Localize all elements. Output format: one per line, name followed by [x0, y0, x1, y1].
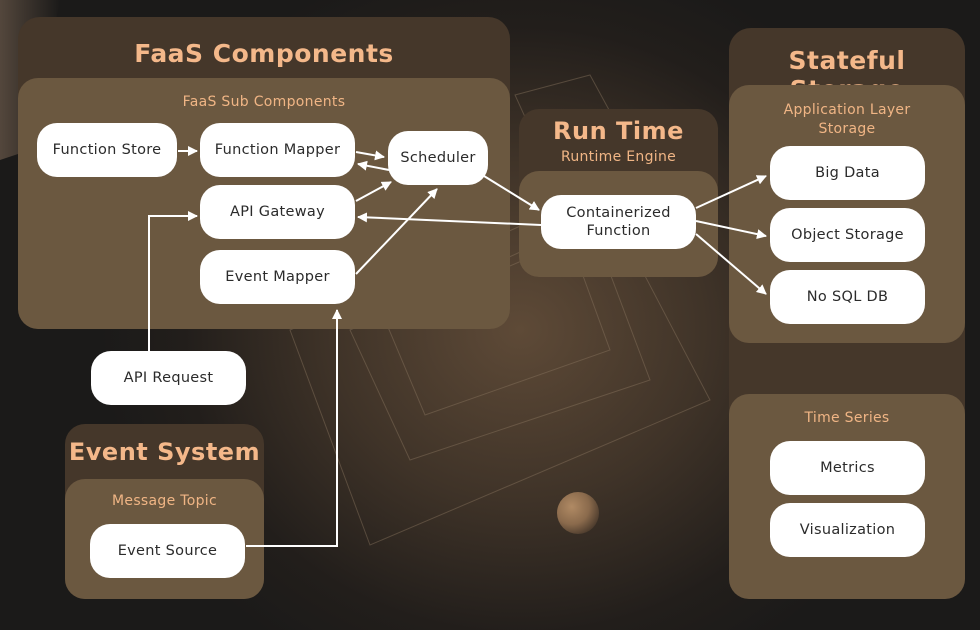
decorative-sphere [557, 492, 599, 534]
metrics-label: Metrics [820, 460, 875, 476]
big-data-label: Big Data [815, 165, 880, 181]
event-source-node[interactable]: Event Source [90, 524, 245, 578]
time-series-title: Time Series [804, 410, 890, 426]
event-mapper-label: Event Mapper [225, 269, 330, 285]
runtime-engine-title: Runtime Engine [560, 149, 677, 165]
function-mapper-node[interactable]: Function Mapper [200, 123, 355, 177]
event-system-title: Event System [68, 438, 261, 466]
time-series-panel: Time Series [729, 394, 965, 599]
api-request-node[interactable]: API Request [91, 351, 246, 405]
nosql-db-node[interactable]: No SQL DB [770, 270, 925, 324]
metrics-node[interactable]: Metrics [770, 441, 925, 495]
object-storage-node[interactable]: Object Storage [770, 208, 925, 262]
event-mapper-node[interactable]: Event Mapper [200, 250, 355, 304]
containerized-function-label-line2: Function [586, 223, 651, 239]
run-time-title: Run Time [553, 117, 684, 145]
function-mapper-label: Function Mapper [214, 142, 341, 158]
api-request-label: API Request [123, 370, 214, 386]
containerized-function-label-line1: Containerized [566, 205, 671, 221]
function-store-label: Function Store [52, 142, 162, 158]
faas-components-title: FaaS Components [134, 39, 394, 68]
visualization-label: Visualization [799, 522, 896, 538]
api-gateway-label: API Gateway [230, 204, 325, 220]
function-store-node[interactable]: Function Store [37, 123, 177, 177]
message-topic-title: Message Topic [112, 493, 217, 509]
application-layer-storage-title-line1: Application Layer [783, 102, 911, 118]
visualization-node[interactable]: Visualization [770, 503, 925, 557]
api-gateway-node[interactable]: API Gateway [200, 185, 355, 239]
application-layer-storage-title-line2: Storage [818, 121, 876, 137]
scheduler-label: Scheduler [400, 150, 476, 166]
containerized-function-node[interactable]: Containerized Function [541, 195, 696, 249]
faas-sub-components-title: FaaS Sub Components [182, 94, 346, 110]
big-data-node[interactable]: Big Data [770, 146, 925, 200]
scheduler-node[interactable]: Scheduler [388, 131, 488, 185]
nosql-db-label: No SQL DB [806, 289, 889, 305]
event-source-label: Event Source [117, 543, 218, 559]
object-storage-label: Object Storage [791, 227, 904, 243]
